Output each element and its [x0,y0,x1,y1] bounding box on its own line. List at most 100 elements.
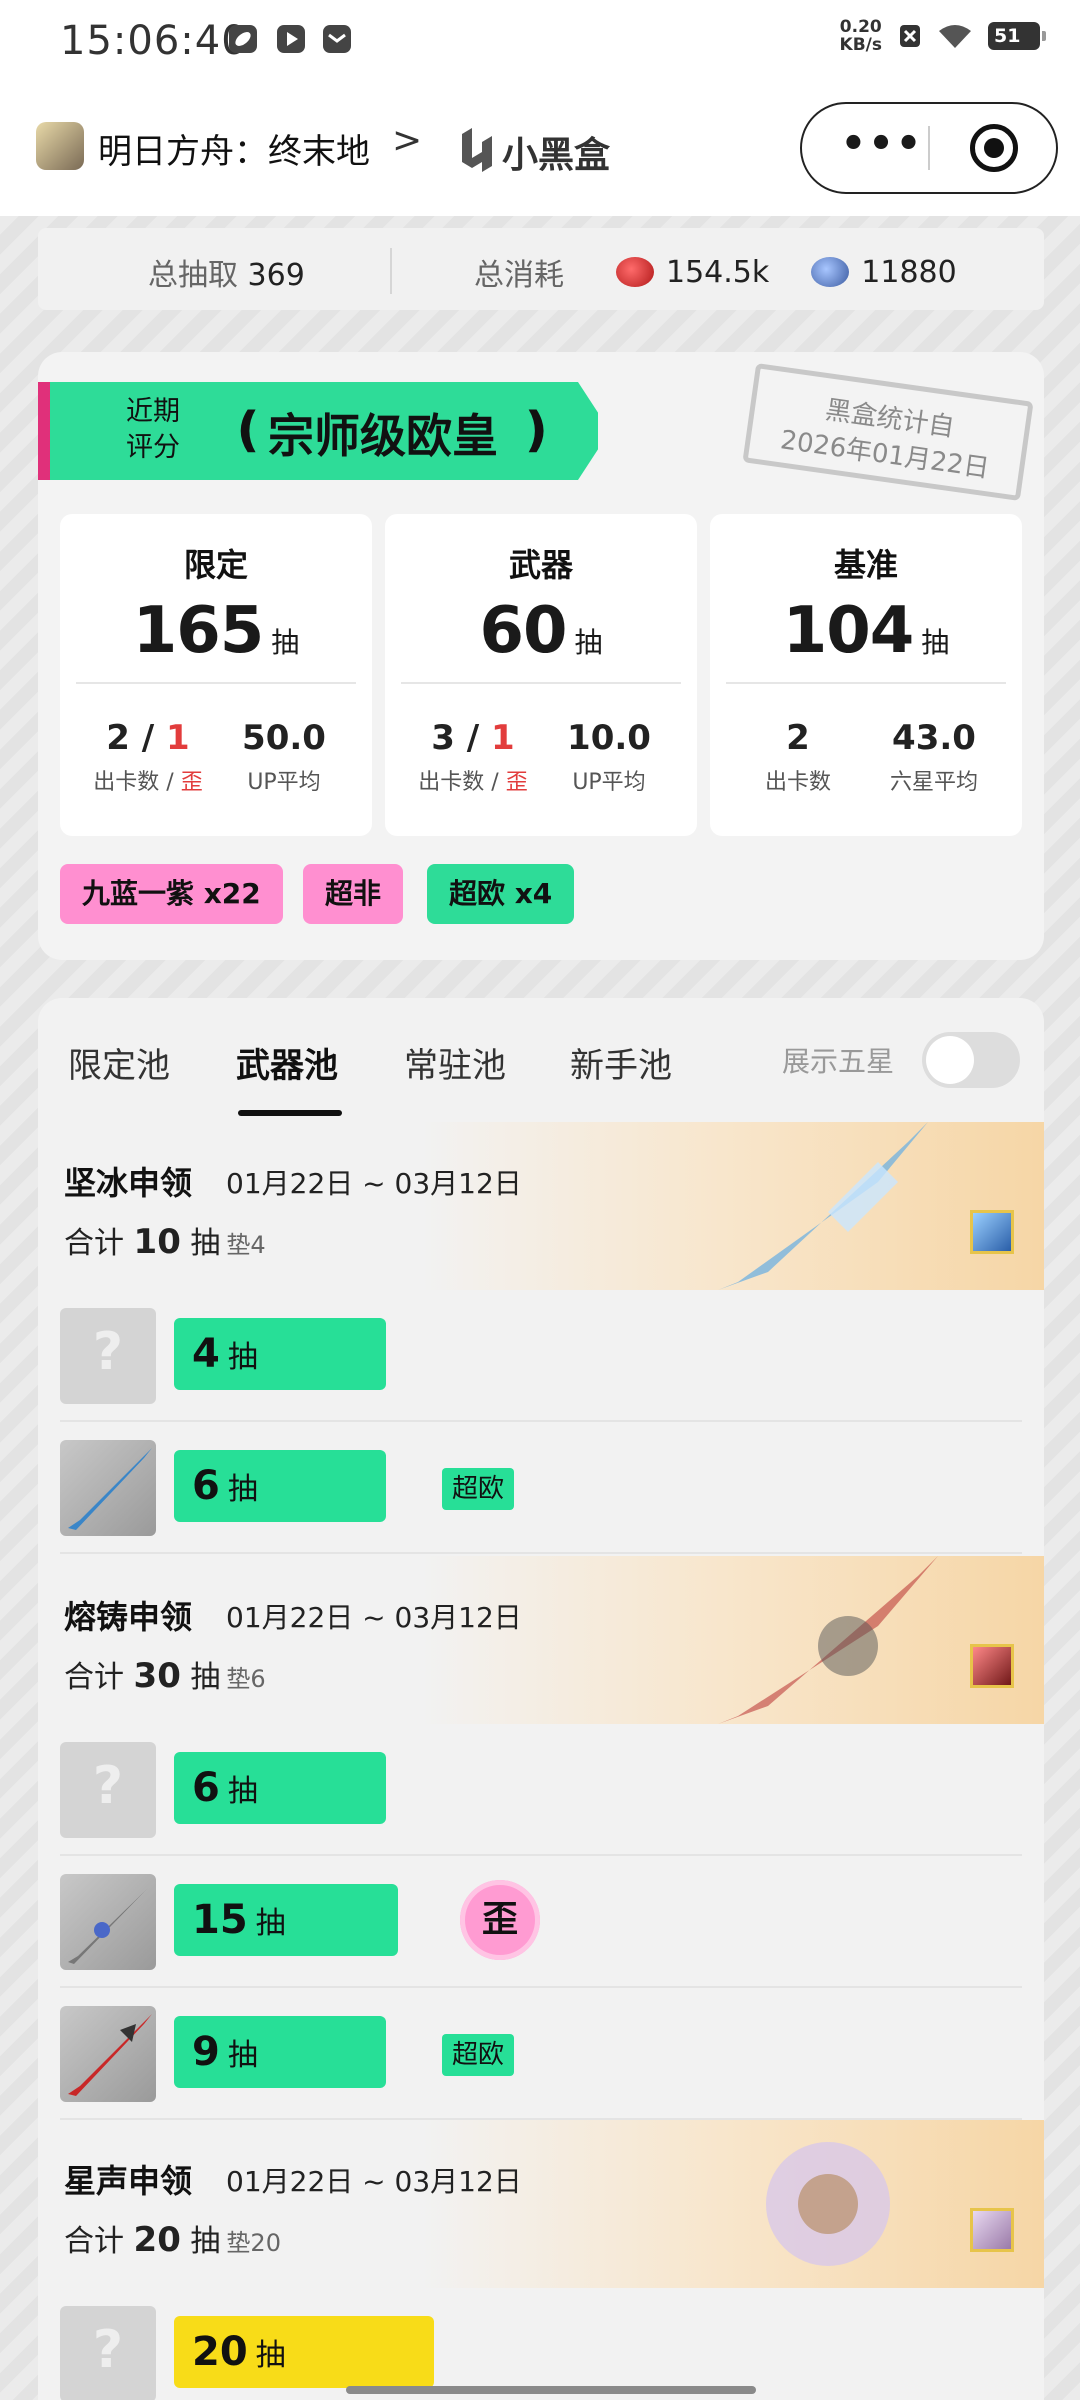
close-program-button[interactable] [970,124,1018,172]
stat-divider [401,682,681,684]
pool-date: 01月22日 ~ 03月12日 [226,1167,522,1200]
stat-box-limited: 限定 165 抽 2 / 1 出卡数 / 歪 50.0 UP平均 [60,514,372,836]
game-icon[interactable] [36,122,84,170]
chevron-right-icon[interactable]: > [392,120,422,161]
leaf-notification-icon [229,25,257,53]
show-five-star-label: 展示五星 [782,1045,895,1078]
mini-program-capsule: ••• [800,102,1058,194]
weapon-art-forge [718,1556,938,1724]
pool-pity: 垫4 [226,1231,266,1259]
stat-count: 165 抽 [60,594,372,668]
stat-average-col: 43.0 六星平均 [864,718,1004,796]
rank-label-line-2: 评分 [126,432,180,463]
stat-count-value: 165 [132,594,265,668]
pool-pity: 垫6 [226,1665,266,1693]
game-title[interactable]: 明日方舟：终末地 [98,124,370,173]
sim-off-icon [900,25,920,47]
total-cost-value-2: 11880 [861,254,957,290]
status-bar: 15:06:40 0.20 KB/s 51 [0,0,1080,80]
cards-count: 3 [431,718,455,758]
pull-row: 4抽 [60,1290,1022,1422]
pull-row: 20抽 [60,2288,1022,2400]
stat-title: 武器 [508,546,573,584]
laurel-left-icon: ❪ [228,402,269,458]
pull-unit: 抽 [227,2038,258,2073]
off-banner-label: 歪 [180,770,203,795]
pool-total-unit: 抽 [190,1660,221,1695]
off-banner-count: 1 [491,718,515,758]
pull-row: 9抽 超欧 [60,1988,1022,2120]
show-five-star-toggle[interactable] [922,1032,1020,1088]
pull-unit: 抽 [255,1906,286,1941]
brand-name: 小黑盒 [502,135,611,176]
origeometry-currency-icon [811,257,850,287]
tab-limited-pool[interactable]: 限定池 [68,1038,170,1087]
stat-count-unit: 抽 [921,626,950,659]
pull-count-bar: 9抽 [174,2016,386,2088]
super-lucky-badge: 超欧 [442,1468,515,1510]
tab-standard-pool[interactable]: 常驻池 [404,1038,506,1087]
oroberyl-currency-icon [616,257,654,287]
sword-weapon-icon [60,1874,156,1970]
tag-nine-blue-one-purple: 九蓝一紫 x22 [60,864,283,924]
weapon-thumbnail [970,1644,1014,1688]
wifi-icon [939,25,971,48]
pull-unit: 抽 [227,1774,258,1809]
pool-total-value: 30 [133,1656,181,1696]
stat-cards-col: 3 / 1 出卡数 / 歪 [403,718,543,796]
unknown-result-icon [60,2306,156,2400]
totals-summary: 总抽取 369 总消耗 154.5k 11880 [38,228,1044,310]
pool-date: 01月22日 ~ 03月12日 [226,2165,522,2198]
pool-pity: 垫20 [226,2229,281,2257]
video-notification-icon [277,25,305,53]
battery-indicator: 51 [988,22,1046,50]
total-pulls-label: 总抽取 [148,258,238,293]
cards-separator: / [454,718,492,758]
average-value: 10.0 [567,718,651,758]
cards-count: 2 [786,718,810,758]
pool-header[interactable]: 坚冰申领 01月22日 ~ 03月12日 合计 10 抽垫4 [38,1122,1044,1290]
average-label: UP平均 [247,770,321,795]
more-button[interactable]: ••• [832,104,932,192]
pull-count: 4 [192,1331,220,1377]
unknown-result-icon [60,1308,156,1404]
stat-count: 104 抽 [710,594,1022,668]
pool-total: 合计 10 抽垫4 [64,1218,266,1262]
stat-box-weapon: 武器 60 抽 3 / 1 出卡数 / 歪 10.0 UP平均 [385,514,697,836]
pool-total-unit: 抽 [190,1226,221,1261]
pull-row: 6抽 超欧 [60,1422,1022,1554]
total-pulls-value: 369 [247,258,305,293]
total-cost: 总消耗 154.5k 11880 [474,250,957,294]
cards-label: 出卡数 [764,770,831,795]
stat-box-standard: 基准 104 抽 2 出卡数 43.0 六星平均 [710,514,1022,836]
cards-separator: / [129,718,167,758]
off-banner-count: 1 [166,718,190,758]
stat-count: 60 抽 [385,594,697,668]
home-indicator[interactable] [346,2386,756,2394]
stat-count-value: 104 [782,594,915,668]
average-label: UP平均 [572,770,646,795]
pull-unit: 抽 [227,1472,258,1507]
pull-count-bar: 4抽 [174,1318,386,1390]
average-value: 50.0 [242,718,326,758]
total-cost-value-1: 154.5k [666,254,770,290]
off-banner-label: 歪 [505,770,528,795]
pool-date: 01月22日 ~ 03月12日 [226,1601,522,1634]
average-label: 六星平均 [889,770,978,795]
pool-name: 星声申领 [64,2162,193,2200]
cards-label: 出卡数 / [418,770,506,795]
rank-label: 近期 评分 [126,394,180,466]
pool-total-prefix: 合计 [64,1226,124,1261]
network-speed: 0.20 KB/s [840,18,882,54]
tab-weapon-pool[interactable]: 武器池 [236,1038,338,1087]
pool-total-value: 10 [133,1222,181,1262]
tab-beginner-pool[interactable]: 新手池 [570,1038,672,1087]
active-tab-indicator [238,1110,342,1116]
pull-count: 9 [192,2029,220,2075]
total-cost-label: 总消耗 [474,258,564,293]
pool-header[interactable]: 星声申领 01月22日 ~ 03月12日 合计 20 抽垫20 [38,2120,1044,2288]
xiaoheihe-logo-icon [462,128,492,172]
pool-total-unit: 抽 [190,2224,221,2259]
rank-banner-accent [38,382,50,480]
pool-header[interactable]: 熔铸申领 01月22日 ~ 03月12日 合计 30 抽垫6 [38,1556,1044,1724]
